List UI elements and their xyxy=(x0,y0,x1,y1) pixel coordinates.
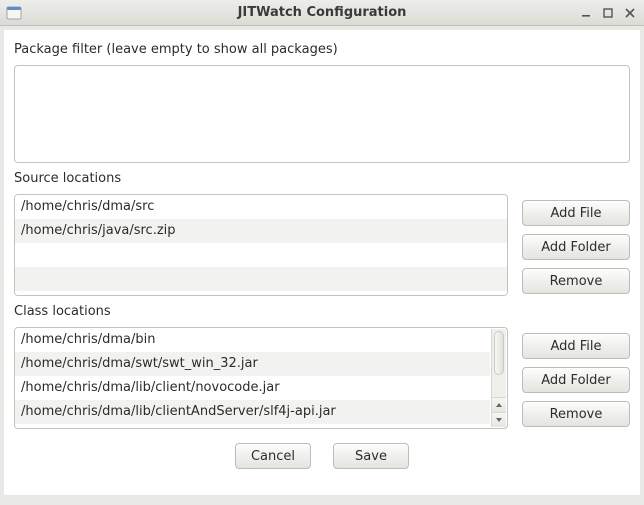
scrollbar-thumb[interactable] xyxy=(494,331,504,375)
close-icon[interactable] xyxy=(624,7,636,19)
source-locations-list[interactable]: /home/chris/dma/src/home/chris/java/src.… xyxy=(14,194,508,296)
class-add-file-button[interactable]: Add File xyxy=(522,333,630,359)
class-list-scrollbar[interactable] xyxy=(491,329,506,427)
dialog-footer: Cancel Save xyxy=(14,435,630,473)
list-item[interactable]: /home/chris/dma/swt/swt_win_32.jar xyxy=(15,352,490,376)
source-add-file-button[interactable]: Add File xyxy=(522,200,630,226)
list-item xyxy=(15,424,490,428)
list-item[interactable]: /home/chris/dma/bin xyxy=(15,328,490,352)
list-item[interactable]: /home/chris/dma/lib/client/novocode.jar xyxy=(15,376,490,400)
window-bottom-margin xyxy=(0,495,644,505)
window-title: JITWatch Configuration xyxy=(0,5,644,20)
save-button[interactable]: Save xyxy=(333,443,409,469)
package-filter-input[interactable] xyxy=(14,65,630,163)
scrollbar-up-icon[interactable] xyxy=(492,397,506,412)
source-locations-label: Source locations xyxy=(14,171,630,186)
list-item xyxy=(15,243,507,267)
class-add-folder-button[interactable]: Add Folder xyxy=(522,367,630,393)
app-icon xyxy=(6,5,22,21)
maximize-icon[interactable] xyxy=(602,7,614,19)
titlebar: JITWatch Configuration xyxy=(0,0,644,26)
scrollbar-down-icon[interactable] xyxy=(492,412,506,427)
window-controls xyxy=(580,7,640,19)
list-item xyxy=(15,291,507,295)
source-locations-row: /home/chris/dma/src/home/chris/java/src.… xyxy=(14,194,630,296)
list-item xyxy=(15,267,507,291)
cancel-button[interactable]: Cancel xyxy=(235,443,311,469)
class-locations-row: /home/chris/dma/bin/home/chris/dma/swt/s… xyxy=(14,327,630,429)
source-remove-button[interactable]: Remove xyxy=(522,268,630,294)
source-buttons: Add File Add Folder Remove xyxy=(522,194,630,296)
class-remove-button[interactable]: Remove xyxy=(522,401,630,427)
list-item[interactable]: /home/chris/dma/src xyxy=(15,195,507,219)
class-locations-list[interactable]: /home/chris/dma/bin/home/chris/dma/swt/s… xyxy=(14,327,508,429)
list-item[interactable]: /home/chris/dma/lib/clientAndServer/slf4… xyxy=(15,400,490,424)
package-filter-label: Package filter (leave empty to show all … xyxy=(14,42,630,57)
config-window: JITWatch Configuration Package filter (l… xyxy=(0,0,644,505)
list-item[interactable]: /home/chris/java/src.zip xyxy=(15,219,507,243)
content-area: Package filter (leave empty to show all … xyxy=(4,30,640,495)
class-locations-label: Class locations xyxy=(14,304,630,319)
class-buttons: Add File Add Folder Remove xyxy=(522,327,630,429)
source-add-folder-button[interactable]: Add Folder xyxy=(522,234,630,260)
minimize-icon[interactable] xyxy=(580,7,592,19)
